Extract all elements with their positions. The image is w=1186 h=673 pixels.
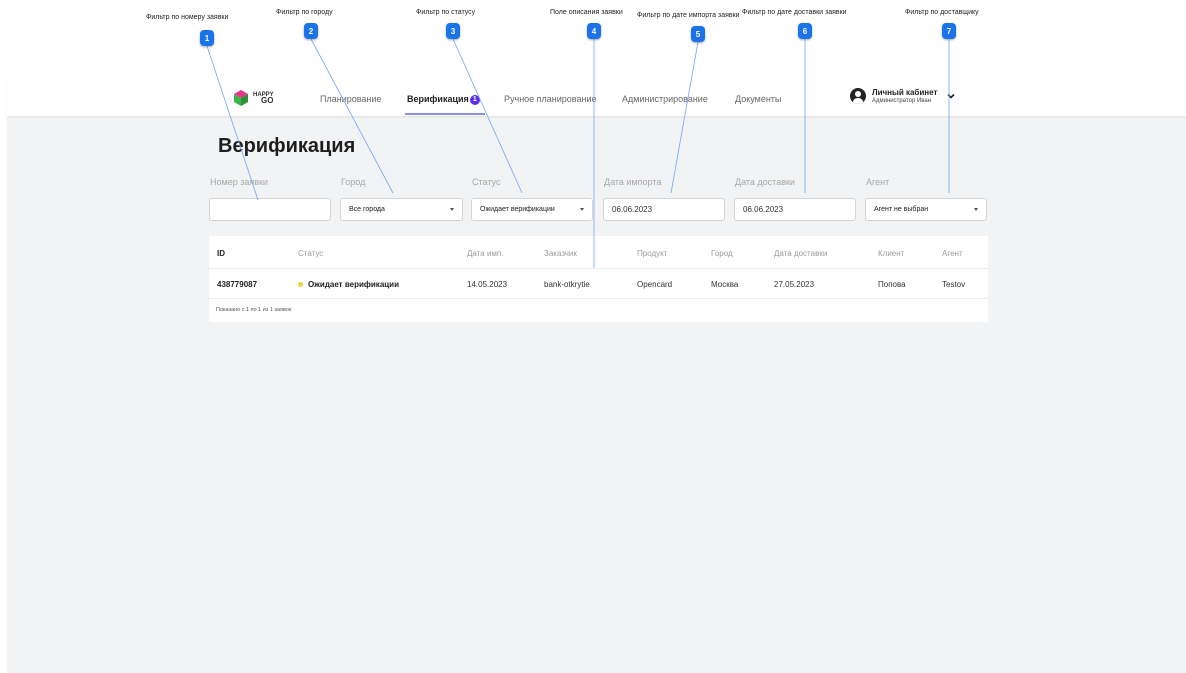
- annotation-badge-2: 2: [304, 23, 318, 39]
- city-select-value: Все города: [349, 206, 385, 213]
- filter-label-agent: Агент: [866, 177, 890, 187]
- column-header-client[interactable]: Клиент: [878, 249, 904, 258]
- caret-down-icon: [450, 208, 454, 211]
- annotation-label-7: Фильтр по доставщику: [905, 9, 979, 16]
- cell-status-text: Ожидает верификации: [308, 280, 400, 289]
- caret-down-icon: [580, 208, 584, 211]
- cell-agent: Testov: [942, 280, 966, 289]
- city-select[interactable]: Все города: [340, 198, 463, 221]
- nav-item-manual-planning[interactable]: Ручное планирование: [504, 94, 597, 104]
- table-header: ID Статус Дата имп. Заказчик Продукт Гор…: [209, 236, 988, 269]
- agent-select-value: Агент не выбран: [874, 206, 929, 213]
- annotation-label-1: Фильтр по номеру заявки: [146, 14, 229, 21]
- cell-client: Попова: [878, 280, 906, 289]
- column-header-customer[interactable]: Заказчик: [544, 249, 577, 258]
- filter-label-status: Статус: [472, 177, 501, 187]
- cell-customer: bank-otkrytie: [544, 280, 590, 289]
- annotation-label-5: Фильтр по дате импорта заявки: [637, 12, 740, 19]
- screenshot-stage: Фильтр по номеру заявки Фильтр по городу…: [0, 0, 1186, 673]
- logo-text-bottom: GO: [261, 96, 274, 105]
- table-footer: Показано с 1 по 1 из 1 заявок: [209, 299, 988, 322]
- user-avatar-icon: [850, 88, 866, 104]
- happy-go-logo[interactable]: HAPPY GO: [232, 87, 282, 109]
- table-row[interactable]: 438779087 Ожидает верификации 14.05.2023…: [209, 269, 988, 299]
- profile-name: Личный кабинет: [872, 88, 938, 97]
- nav-item-verification-label: Верификация: [407, 94, 469, 104]
- cell-import-date: 14.05.2023: [467, 280, 508, 289]
- top-navigation-bar: HAPPY GO Планирование Верификация 1 Ручно…: [7, 82, 1186, 116]
- column-header-product[interactable]: Продукт: [637, 249, 667, 258]
- annotation-label-2: Фильтр по городу: [276, 9, 333, 16]
- pagination-info: Показано с 1 по 1 из 1 заявок: [216, 307, 292, 313]
- nav-item-documents[interactable]: Документы: [735, 94, 781, 104]
- column-header-agent[interactable]: Агент: [942, 249, 963, 258]
- annotation-badge-3: 3: [446, 23, 460, 39]
- cell-product: Opencard: [637, 280, 673, 289]
- column-header-id[interactable]: ID: [217, 249, 225, 258]
- cell-status: Ожидает верификации: [298, 280, 399, 289]
- profile-role: Администратор Иван: [872, 98, 932, 104]
- caret-down-icon: [974, 208, 978, 211]
- agent-select[interactable]: Агент не выбран: [865, 198, 987, 221]
- page-title: Верификация: [218, 135, 356, 157]
- app-window: HAPPY GO Планирование Верификация 1 Ручно…: [7, 82, 1186, 673]
- column-header-city[interactable]: Город: [711, 249, 733, 258]
- import-date-input[interactable]: 06.06.2023: [603, 198, 725, 221]
- status-select-value: Ожидает верификации: [480, 206, 555, 213]
- filter-label-order-number: Номер заявки: [210, 177, 268, 187]
- annotation-badge-7: 7: [942, 23, 956, 39]
- chevron-down-icon: [947, 93, 955, 99]
- filter-label-import-date: Дата импорта: [604, 177, 662, 187]
- status-pending-dot-icon: [298, 282, 303, 288]
- nav-item-verification[interactable]: Верификация 1: [407, 94, 480, 105]
- annotation-label-3: Фильтр по статусу: [416, 9, 476, 16]
- order-number-input[interactable]: [209, 198, 331, 221]
- annotation-badge-1: 1: [200, 30, 214, 46]
- profile-text: Личный кабинет Администратор Иван: [872, 88, 937, 104]
- active-tab-indicator: [405, 113, 485, 115]
- logo-cube-icon: [232, 89, 250, 107]
- nav-item-administration[interactable]: Администрирование: [622, 94, 708, 104]
- verification-count-badge: 1: [469, 94, 480, 105]
- cell-city: Москва: [711, 280, 739, 289]
- filter-label-city: Город: [341, 177, 366, 187]
- logo-text: HAPPY GO: [253, 92, 274, 105]
- annotation-label-4: Поле описания заявки: [550, 9, 623, 16]
- profile-menu[interactable]: Личный кабинет Администратор Иван: [850, 88, 955, 104]
- annotation-label-6: Фильтр по дате доставки заявки: [742, 9, 847, 16]
- nav-item-planning[interactable]: Планирование: [320, 94, 381, 104]
- cell-delivery-date: 27.05.2023: [774, 280, 815, 289]
- filter-label-delivery-date: Дата доставки: [735, 177, 795, 187]
- column-header-import-date[interactable]: Дата имп.: [467, 249, 503, 258]
- annotation-badge-6: 6: [798, 23, 812, 39]
- annotation-badge-4: 4: [587, 23, 601, 39]
- column-header-delivery-date[interactable]: Дата доставки: [774, 249, 827, 258]
- cell-id: 438779087: [217, 280, 258, 289]
- status-select[interactable]: Ожидает верификации: [471, 198, 593, 221]
- column-header-status[interactable]: Статус: [298, 249, 323, 258]
- delivery-date-input[interactable]: 06.06.2023: [734, 198, 856, 221]
- orders-table: ID Статус Дата имп. Заказчик Продукт Гор…: [209, 236, 988, 322]
- annotation-badge-5: 5: [691, 26, 705, 42]
